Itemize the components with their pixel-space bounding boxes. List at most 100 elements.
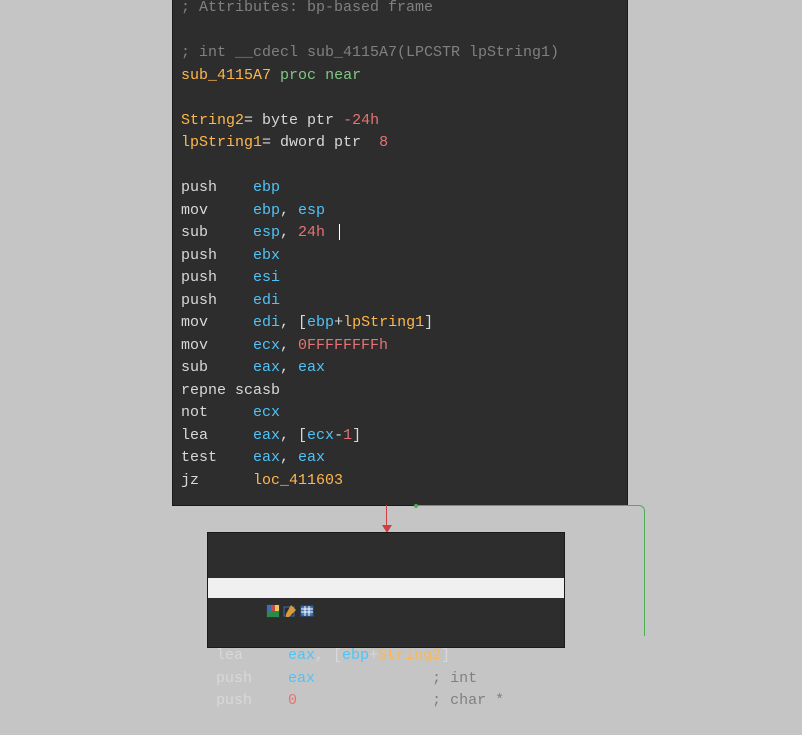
- register: ecx: [253, 337, 280, 354]
- mnemonic: push: [181, 179, 253, 196]
- var-decl[interactable]: String2= byte ptr -24h: [181, 110, 619, 133]
- mnemonic: push: [181, 247, 253, 264]
- block-toolbar: [208, 578, 564, 598]
- register: esi: [253, 269, 280, 286]
- asm-line[interactable]: sub esp, 24h: [181, 222, 619, 245]
- edit-icon[interactable]: [229, 581, 243, 595]
- register: eax: [253, 449, 280, 466]
- number: 24h: [298, 224, 325, 241]
- var-name: String2: [181, 112, 244, 129]
- mnemonic: mov: [181, 202, 253, 219]
- comment: ; Attributes: bp-based frame: [181, 0, 433, 16]
- asm-line[interactable]: sub eax, eax: [181, 357, 619, 380]
- register: eax: [253, 359, 280, 376]
- var-type: byte ptr: [262, 112, 334, 129]
- mnemonic: lea: [216, 647, 288, 664]
- var-type: dword ptr: [280, 134, 361, 151]
- var-name: lpString1: [181, 134, 262, 151]
- comment: ; int: [432, 670, 477, 687]
- register: ecx: [253, 404, 280, 421]
- asm-line[interactable]: push esi: [181, 267, 619, 290]
- punct: ,: [280, 337, 298, 354]
- mnemonic: jz: [181, 472, 253, 489]
- proc-label: sub_4115A7: [181, 67, 271, 84]
- asm-line[interactable]: repne scasb: [181, 380, 619, 403]
- punct: +: [369, 647, 378, 664]
- comment-line: ; int __cdecl sub_4115A7(LPCSTR lpString…: [181, 42, 619, 65]
- flow-arrow-false: [381, 505, 393, 533]
- keyword: proc: [280, 67, 316, 84]
- punct: ,: [280, 202, 298, 219]
- comment-line: ; Attributes: bp-based frame: [181, 0, 619, 20]
- text-cursor: [339, 224, 340, 240]
- register: edi: [253, 292, 280, 309]
- punct: ]: [424, 314, 433, 331]
- label-ref: loc_411603: [253, 472, 343, 489]
- mnemonic: test: [181, 449, 253, 466]
- asm-line[interactable]: push eax ; int: [216, 668, 556, 691]
- mnemonic: sub: [181, 224, 253, 241]
- asm-line[interactable]: not ecx: [181, 402, 619, 425]
- register: ecx: [307, 427, 334, 444]
- mnemonic: lea: [181, 427, 253, 444]
- mnemonic: mov: [181, 337, 253, 354]
- asm-line[interactable]: push ebx: [181, 245, 619, 268]
- register: esp: [298, 202, 325, 219]
- punct: ]: [352, 427, 361, 444]
- number: 0FFFFFFFFh: [298, 337, 388, 354]
- asm-line[interactable]: test eax, eax: [181, 447, 619, 470]
- asm-line[interactable]: mov ecx, 0FFFFFFFFh: [181, 335, 619, 358]
- punct: -: [334, 427, 343, 444]
- mnemonic: repne scasb: [181, 382, 280, 399]
- punct: , [: [280, 427, 307, 444]
- comment: ; int __cdecl sub_4115A7(LPCSTR lpString…: [181, 44, 559, 61]
- color-icon[interactable]: [212, 581, 226, 595]
- label-ref: String2: [378, 647, 441, 664]
- register: eax: [298, 359, 325, 376]
- punct: +: [334, 314, 343, 331]
- register: ebp: [342, 647, 369, 664]
- punct: =: [262, 134, 280, 151]
- asm-line[interactable]: push ebp: [181, 177, 619, 200]
- proc-decl[interactable]: sub_4115A7 proc near: [181, 65, 619, 88]
- register: eax: [253, 427, 280, 444]
- asm-line[interactable]: push 0 ; char *: [216, 690, 556, 713]
- table-icon[interactable]: [246, 581, 260, 595]
- keyword: near: [325, 67, 361, 84]
- asm-block-1[interactable]: ; Attributes: bp-based frame ; int __cdec…: [172, 0, 628, 506]
- register: ebp: [253, 202, 280, 219]
- asm-line[interactable]: push edi: [181, 290, 619, 313]
- asm-line[interactable]: lea eax, [ecx-1]: [181, 425, 619, 448]
- punct: ]: [441, 647, 450, 664]
- asm-line[interactable]: mov ebp, esp: [181, 200, 619, 223]
- number: 8: [379, 134, 388, 151]
- mnemonic: push: [181, 269, 253, 286]
- punct: , [: [280, 314, 307, 331]
- var-decl[interactable]: lpString1= dword ptr 8: [181, 132, 619, 155]
- register: ebp: [307, 314, 334, 331]
- punct: =: [244, 112, 262, 129]
- mnemonic: mov: [181, 314, 253, 331]
- mnemonic: sub: [181, 359, 253, 376]
- mnemonic: not: [181, 404, 253, 421]
- register: esp: [253, 224, 280, 241]
- mnemonic: push: [216, 670, 288, 687]
- register: edi: [253, 314, 280, 331]
- register: ebp: [253, 179, 280, 196]
- asm-line[interactable]: jz loc_411603: [181, 470, 619, 493]
- punct: ,: [280, 359, 298, 376]
- label-ref: lpString1: [343, 314, 424, 331]
- comment: ; char *: [432, 692, 504, 709]
- asm-line[interactable]: mov edi, [ebp+lpString1]: [181, 312, 619, 335]
- register: eax: [288, 670, 315, 687]
- number: 1: [343, 427, 352, 444]
- punct: ,: [280, 224, 298, 241]
- number: -24h: [343, 112, 379, 129]
- number: 0: [288, 692, 297, 709]
- punct: , [: [315, 647, 342, 664]
- register: eax: [298, 449, 325, 466]
- register: eax: [288, 647, 315, 664]
- mnemonic: push: [216, 692, 288, 709]
- asm-block-2[interactable]: lea eax, [ebp+String2]push eax ; intpush…: [207, 532, 565, 648]
- asm-line[interactable]: lea eax, [ebp+String2]: [216, 645, 556, 668]
